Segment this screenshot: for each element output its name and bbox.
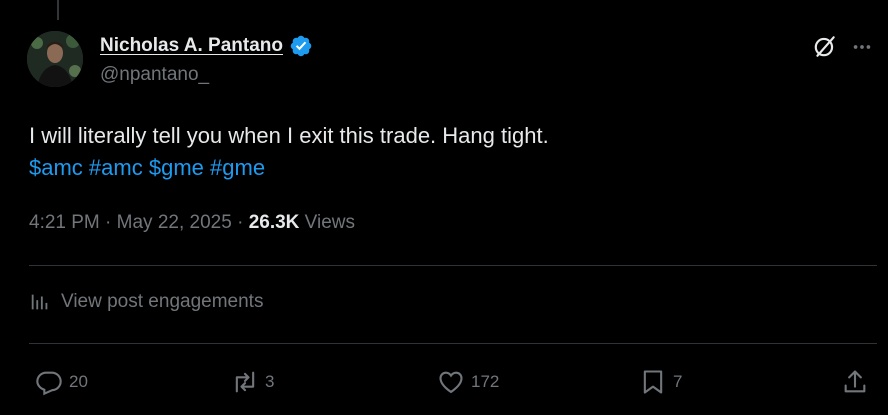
hashtag-amc[interactable]: #amc	[89, 155, 143, 180]
author-name[interactable]: Nicholas A. Pantano	[100, 35, 283, 57]
tweet-meta: 4:21 PM · May 22, 2025 · 26.3K Views	[29, 212, 355, 234]
repost-count: 3	[265, 372, 275, 391]
bookmark-icon	[643, 370, 663, 394]
tweet-time[interactable]: 4:21 PM	[29, 212, 100, 233]
author-name-row: Nicholas A. Pantano	[100, 34, 313, 58]
cashtag-gme[interactable]: $gme	[149, 155, 204, 180]
views-label: Views	[304, 212, 356, 233]
like-button[interactable]: 172	[437, 368, 499, 396]
repost-icon	[235, 371, 255, 393]
like-count: 172	[471, 372, 500, 391]
reply-button[interactable]: 20	[35, 368, 88, 396]
reply-count: 20	[69, 372, 88, 391]
meta-separator: ·	[105, 212, 112, 233]
share-button[interactable]	[841, 368, 869, 396]
divider	[29, 343, 877, 344]
share-icon	[844, 370, 866, 393]
repost-button[interactable]: 3	[231, 368, 274, 396]
view-engagements-label: View post engagements	[61, 291, 264, 312]
tweet-hashtags: $amc #amc $gme #gme	[29, 151, 265, 184]
action-bar: 20 3 172 7	[0, 362, 888, 402]
divider	[29, 265, 877, 266]
cashtag-amc[interactable]: $amc	[29, 155, 83, 180]
reply-icon	[36, 371, 62, 396]
avatar-image	[27, 31, 83, 87]
hashtag-gme[interactable]: #gme	[210, 155, 265, 180]
bookmark-count: 7	[673, 372, 683, 391]
analytics-icon	[31, 294, 48, 310]
meta-separator: ·	[237, 212, 244, 233]
view-engagements-button[interactable]: View post engagements	[29, 291, 263, 313]
thread-connector-line	[57, 0, 59, 20]
author-handle[interactable]: @npantano_	[100, 64, 209, 86]
views-count: 26.3K	[248, 212, 300, 233]
like-icon	[439, 371, 463, 394]
avatar[interactable]	[27, 31, 83, 87]
more-icon[interactable]	[851, 36, 873, 58]
bookmark-button[interactable]: 7	[639, 368, 682, 396]
tweet-text: I will literally tell you when I exit th…	[29, 123, 549, 148]
tweet-date[interactable]: May 22, 2025	[117, 212, 232, 233]
grok-icon[interactable]	[812, 33, 838, 59]
verified-badge-icon[interactable]	[289, 34, 313, 58]
